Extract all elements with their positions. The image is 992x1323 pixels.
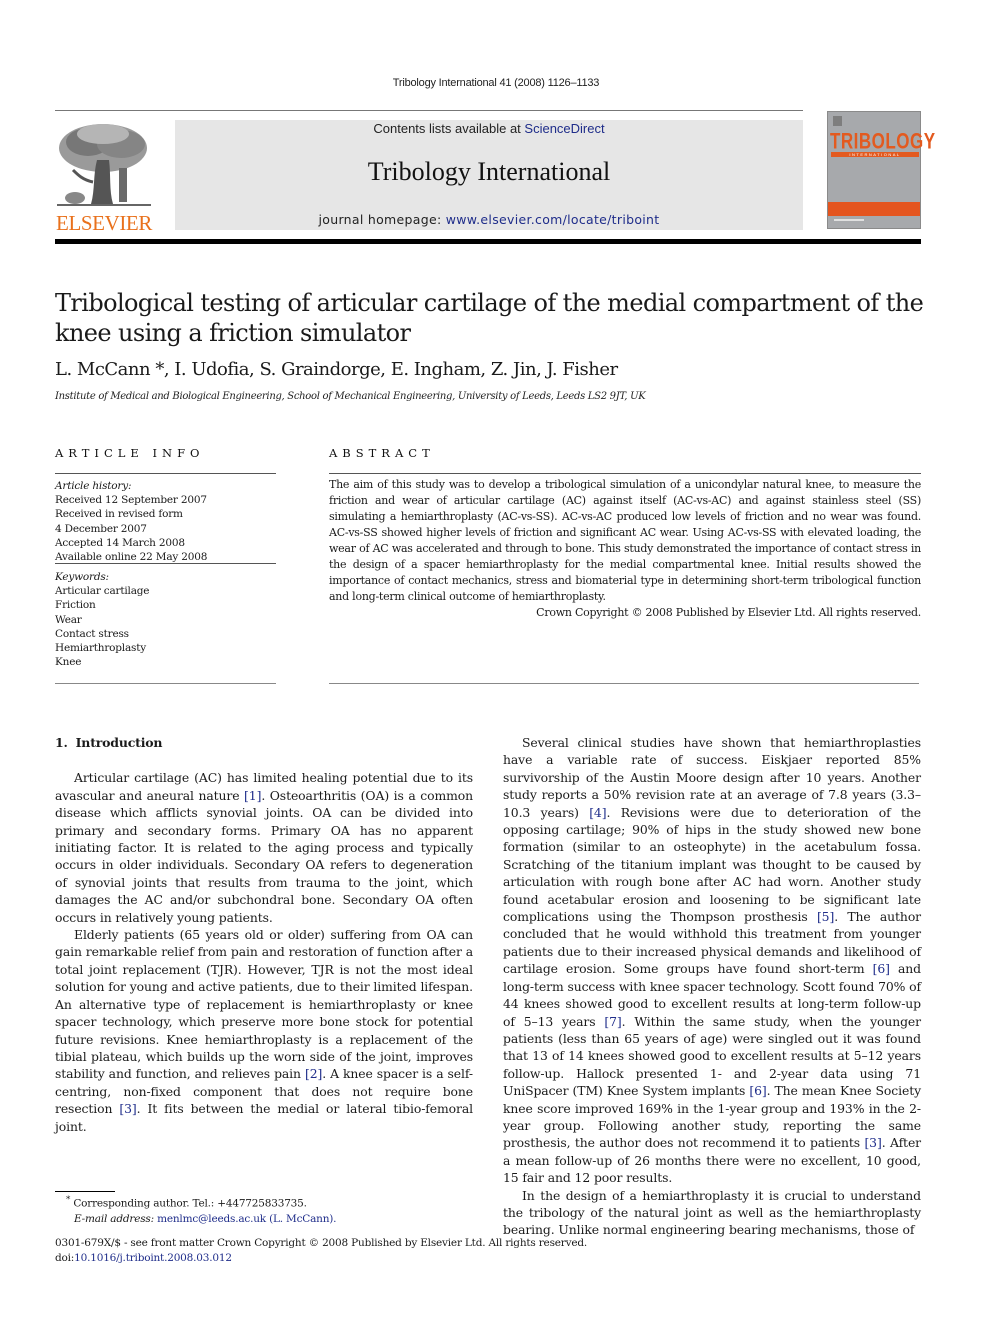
body-paragraph: Elderly patients (65 years old or older)… <box>55 926 473 1135</box>
cover-subtitle: INTERNATIONAL <box>831 152 919 157</box>
contents-line: Contents lists available at ScienceDirec… <box>175 121 803 136</box>
keyword-item: Wear <box>55 613 82 626</box>
journal-cover-thumbnail[interactable]: TRIBOLOGY INTERNATIONAL <box>827 111 935 229</box>
reference-link[interactable]: [3] <box>119 1101 136 1116</box>
footnote-rule <box>55 1191 115 1192</box>
left-paragraphs: Articular cartilage (AC) has limited hea… <box>55 769 473 1135</box>
keyword-item: Friction <box>55 599 96 612</box>
divider <box>329 683 919 684</box>
affiliation: Institute of Medical and Biological Engi… <box>55 391 646 402</box>
keyword-item: Contact stress <box>55 627 129 640</box>
doi-line: doi:10.1016/j.triboint.2008.03.012 <box>55 1251 587 1266</box>
contents-prefix: Contents lists available at <box>373 121 525 136</box>
email-link[interactable]: menlmc@leeds.ac.uk <box>157 1213 266 1225</box>
keyword-item: Knee <box>55 656 82 669</box>
email-label: E-mail address: <box>74 1212 158 1225</box>
paragraph-text: Elderly patients (65 years old or older)… <box>55 927 473 1082</box>
doi-link[interactable]: 10.1016/j.triboint.2008.03.012 <box>74 1252 232 1264</box>
divider <box>55 683 276 684</box>
article-history-label: Article history: <box>55 480 132 492</box>
cover-orange-band <box>828 202 920 216</box>
divider <box>329 473 921 474</box>
cover-footer-mark <box>834 219 864 221</box>
article-title: Tribological testing of articular cartil… <box>55 288 935 348</box>
section-title: Introduction <box>75 735 163 750</box>
reference-link[interactable]: [5] <box>817 909 834 924</box>
body-paragraph: Articular cartilage (AC) has limited hea… <box>55 769 473 926</box>
body-paragraph: In the design of a hemiarthroplasty it i… <box>503 1187 921 1239</box>
elsevier-wordmark: ELSEVIER <box>56 211 152 235</box>
homepage-link[interactable]: www.elsevier.com/locate/triboint <box>446 212 660 227</box>
email-name: (L. McCann). <box>265 1212 337 1225</box>
keyword-item: Hemiarthroplasty <box>55 642 146 655</box>
paragraph-text: . Osteoarthritis (OA) is a common diseas… <box>55 787 473 925</box>
history-item: Received 12 September 2007 <box>55 494 207 507</box>
issn-line: 0301-679X/$ - see front matter Crown Cop… <box>55 1237 587 1249</box>
keywords-label: Keywords: <box>55 571 109 583</box>
reference-link[interactable]: [7] <box>604 1014 621 1029</box>
reference-link[interactable]: [1] <box>244 788 261 803</box>
elsevier-tree-icon <box>53 120 155 208</box>
article-info-heading: ARTICLE INFO <box>55 446 205 460</box>
cover-publisher-icon <box>833 116 842 126</box>
history-item: Received in revised form <box>55 508 183 521</box>
email-note: E-mail address: menlmc@leeds.ac.uk (L. M… <box>66 1212 337 1227</box>
doi-label: doi: <box>55 1252 75 1264</box>
abstract-text: The aim of this study was to develop a t… <box>329 478 921 603</box>
elsevier-logo[interactable]: ELSEVIER <box>53 120 157 235</box>
header-thick-rule <box>55 239 921 244</box>
corresponding-author-text: Corresponding author. Tel.: +44772583373… <box>70 1197 307 1210</box>
keywords: Keywords: Articular cartilage Friction W… <box>55 570 276 669</box>
abstract: The aim of this study was to develop a t… <box>329 477 921 621</box>
right-paragraphs: Several clinical studies have shown that… <box>503 734 921 1239</box>
homepage-prefix: journal homepage: <box>318 212 446 227</box>
reference-link[interactable]: [6] <box>749 1083 766 1098</box>
homepage-line: journal homepage: www.elsevier.com/locat… <box>175 212 803 227</box>
reference-link[interactable]: [6] <box>873 961 890 976</box>
body-column-right: Several clinical studies have shown that… <box>503 734 921 1239</box>
body-paragraph: Several clinical studies have shown that… <box>503 734 921 1187</box>
reference-link[interactable]: [4] <box>589 805 606 820</box>
article-history: Article history: Received 12 September 2… <box>55 479 276 564</box>
abstract-copyright: Crown Copyright © 2008 Published by Else… <box>536 606 921 619</box>
keyword-item: Articular cartilage <box>55 585 150 598</box>
article-title-line-2: knee using a friction simulator <box>55 319 411 347</box>
section-heading: 1. Introduction <box>55 734 473 751</box>
paragraph-text: . Revisions were due to deterioration of… <box>503 804 921 925</box>
header-rule <box>55 110 803 111</box>
paragraph-text: In the design of a hemiarthroplasty it i… <box>503 1187 921 1238</box>
page-footer: 0301-679X/$ - see front matter Crown Cop… <box>55 1236 587 1266</box>
reference-link[interactable]: [2] <box>305 1066 322 1081</box>
section-number: 1. <box>55 735 68 750</box>
sciencedirect-link[interactable]: ScienceDirect <box>524 121 604 136</box>
article-title-line-1: Tribological testing of articular cartil… <box>55 289 924 317</box>
journal-masthead: Contents lists available at ScienceDirec… <box>175 120 803 230</box>
journal-citation: Tribology International 41 (2008) 1126–1… <box>392 77 600 89</box>
reference-link[interactable]: [3] <box>864 1135 881 1150</box>
journal-title: Tribology International <box>367 157 611 186</box>
corresponding-author-note: * Corresponding author. Tel.: +447725833… <box>66 1193 336 1212</box>
history-item: 4 December 2007 <box>55 522 147 535</box>
divider <box>55 473 276 474</box>
footnote: * Corresponding author. Tel.: +447725833… <box>66 1193 337 1227</box>
body-column-left: 1. Introduction Articular cartilage (AC) … <box>55 734 473 1135</box>
history-item: Available online 22 May 2008 <box>55 551 208 564</box>
author-list: L. McCann *, I. Udofia, S. Graindorge, E… <box>55 359 618 380</box>
abstract-heading: ABSTRACT <box>329 446 435 460</box>
history-item: Accepted 14 March 2008 <box>55 536 185 549</box>
